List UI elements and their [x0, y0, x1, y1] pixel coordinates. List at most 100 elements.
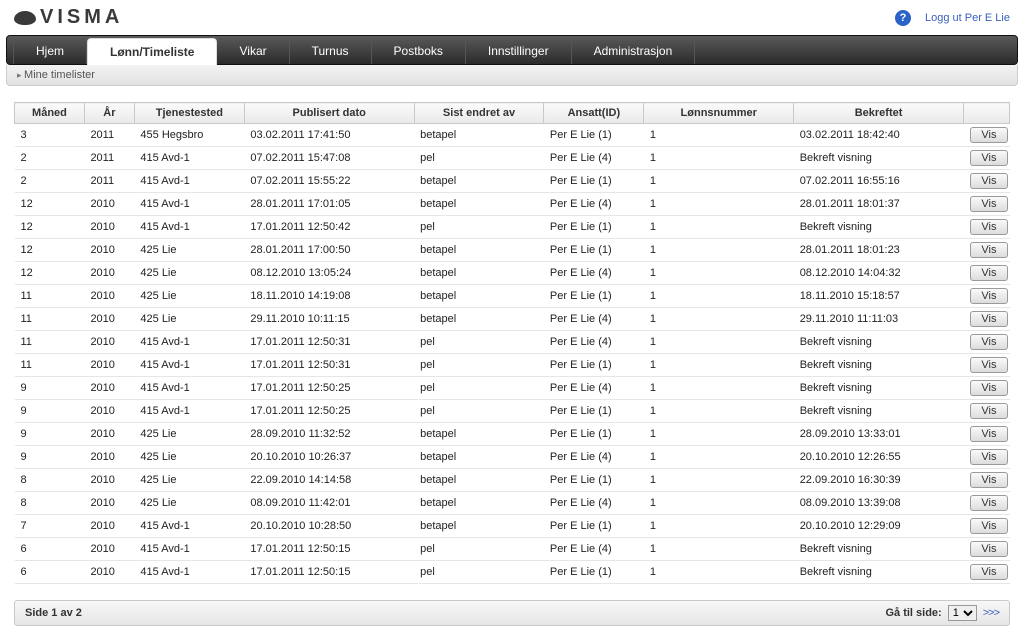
table-cell: 17.01.2011 12:50:25 [244, 377, 414, 400]
breadcrumb-bar: Mine timelister [6, 65, 1018, 86]
view-button[interactable]: Vis [970, 357, 1007, 373]
action-cell: Vis [963, 239, 1009, 262]
view-button[interactable]: Vis [970, 518, 1007, 534]
confirm-view-link[interactable]: Bekreft visning [794, 147, 964, 170]
view-button[interactable]: Vis [970, 334, 1007, 350]
page-select[interactable]: 12 [948, 605, 977, 621]
table-cell: 03.02.2011 17:41:50 [244, 124, 414, 147]
action-cell: Vis [963, 423, 1009, 446]
table-cell: 29.11.2010 10:11:15 [244, 308, 414, 331]
view-button[interactable]: Vis [970, 242, 1007, 258]
table-cell: 425 Lie [134, 239, 244, 262]
col-employee[interactable]: Ansatt(ID) [544, 103, 644, 124]
col-payroll[interactable]: Lønnsnummer [644, 103, 794, 124]
nav-item-innstillinger[interactable]: Innstillinger [466, 37, 572, 64]
table-row: 122010425 Lie08.12.2010 13:05:24betapelP… [15, 262, 1010, 285]
view-button[interactable]: Vis [970, 265, 1007, 281]
table-cell: betapel [414, 239, 544, 262]
view-button[interactable]: Vis [970, 196, 1007, 212]
view-button[interactable]: Vis [970, 150, 1007, 166]
view-button[interactable]: Vis [970, 403, 1007, 419]
table-cell: betapel [414, 170, 544, 193]
table-cell: 1 [644, 147, 794, 170]
action-cell: Vis [963, 515, 1009, 538]
confirm-view-link[interactable]: Bekreft visning [794, 561, 964, 584]
table-cell: 12 [15, 262, 85, 285]
table-cell: 415 Avd-1 [134, 377, 244, 400]
confirm-view-link[interactable]: Bekreft visning [794, 354, 964, 377]
table-cell: Per E Lie (4) [544, 446, 644, 469]
table-cell: 415 Avd-1 [134, 331, 244, 354]
table-cell: pel [414, 400, 544, 423]
next-page-link[interactable]: >>> [983, 607, 999, 619]
confirm-view-link[interactable]: Bekreft visning [794, 538, 964, 561]
table-cell: Per E Lie (1) [544, 285, 644, 308]
table-cell: 2010 [84, 354, 134, 377]
view-button[interactable]: Vis [970, 288, 1007, 304]
view-button[interactable]: Vis [970, 173, 1007, 189]
table-cell: Per E Lie (1) [544, 239, 644, 262]
table-cell: 415 Avd-1 [134, 170, 244, 193]
action-cell: Vis [963, 285, 1009, 308]
table-cell: 1 [644, 193, 794, 216]
nav-item-administrasjon[interactable]: Administrasjon [572, 37, 696, 64]
col-published[interactable]: Publisert dato [244, 103, 414, 124]
view-button[interactable]: Vis [970, 472, 1007, 488]
action-cell: Vis [963, 331, 1009, 354]
nav-item-hjem[interactable]: Hjem [13, 37, 87, 64]
col-location[interactable]: Tjenestested [134, 103, 244, 124]
action-cell: Vis [963, 193, 1009, 216]
table-cell: 1 [644, 469, 794, 492]
confirmed-timestamp: 29.11.2010 11:11:03 [794, 308, 964, 331]
table-cell: 08.09.2010 11:42:01 [244, 492, 414, 515]
confirm-view-link[interactable]: Bekreft visning [794, 216, 964, 239]
action-cell: Vis [963, 469, 1009, 492]
confirm-view-link[interactable]: Bekreft visning [794, 331, 964, 354]
view-button[interactable]: Vis [970, 449, 1007, 465]
nav-item-turnus[interactable]: Turnus [290, 37, 372, 64]
table-cell: pel [414, 216, 544, 239]
confirm-view-link[interactable]: Bekreft visning [794, 377, 964, 400]
main-nav: HjemLønn/TimelisteVikarTurnusPostboksInn… [6, 35, 1018, 65]
nav-item-vikar[interactable]: Vikar [217, 37, 289, 64]
col-month[interactable]: Måned [15, 103, 85, 124]
col-confirmed[interactable]: Bekreftet [794, 103, 964, 124]
table-row: 122010415 Avd-128.01.2011 17:01:05betape… [15, 193, 1010, 216]
table-cell: pel [414, 538, 544, 561]
confirm-view-link[interactable]: Bekreft visning [794, 400, 964, 423]
nav-item-l-nn-timeliste[interactable]: Lønn/Timeliste [87, 38, 217, 65]
view-button[interactable]: Vis [970, 311, 1007, 327]
nav-item-postboks[interactable]: Postboks [372, 37, 466, 64]
table-cell: 2010 [84, 331, 134, 354]
table-cell: pel [414, 354, 544, 377]
table-cell: 1 [644, 538, 794, 561]
table-cell: pel [414, 377, 544, 400]
help-icon[interactable]: ? [895, 10, 911, 26]
table-cell: 425 Lie [134, 285, 244, 308]
table-cell: 3 [15, 124, 85, 147]
page-indicator: Side 1 av 2 [25, 607, 82, 619]
table-row: 32011455 Hegsbro03.02.2011 17:41:50betap… [15, 124, 1010, 147]
table-row: 62010415 Avd-117.01.2011 12:50:15pelPer … [15, 561, 1010, 584]
col-changedby[interactable]: Sist endret av [414, 103, 544, 124]
table-cell: 2010 [84, 285, 134, 308]
table-row: 92010415 Avd-117.01.2011 12:50:25pelPer … [15, 377, 1010, 400]
table-cell: betapel [414, 515, 544, 538]
col-year[interactable]: År [84, 103, 134, 124]
table-cell: 1 [644, 354, 794, 377]
table-cell: 6 [15, 561, 85, 584]
view-button[interactable]: Vis [970, 541, 1007, 557]
view-button[interactable]: Vis [970, 380, 1007, 396]
table-cell: betapel [414, 446, 544, 469]
table-row: 122010425 Lie28.01.2011 17:00:50betapelP… [15, 239, 1010, 262]
view-button[interactable]: Vis [970, 564, 1007, 580]
logout-link[interactable]: Logg ut Per E Lie [925, 12, 1010, 24]
table-cell: 22.09.2010 14:14:58 [244, 469, 414, 492]
breadcrumb[interactable]: Mine timelister [17, 69, 95, 81]
view-button[interactable]: Vis [970, 127, 1007, 143]
view-button[interactable]: Vis [970, 219, 1007, 235]
view-button[interactable]: Vis [970, 495, 1007, 511]
table-cell: 2010 [84, 193, 134, 216]
table-cell: 1 [644, 331, 794, 354]
view-button[interactable]: Vis [970, 426, 1007, 442]
